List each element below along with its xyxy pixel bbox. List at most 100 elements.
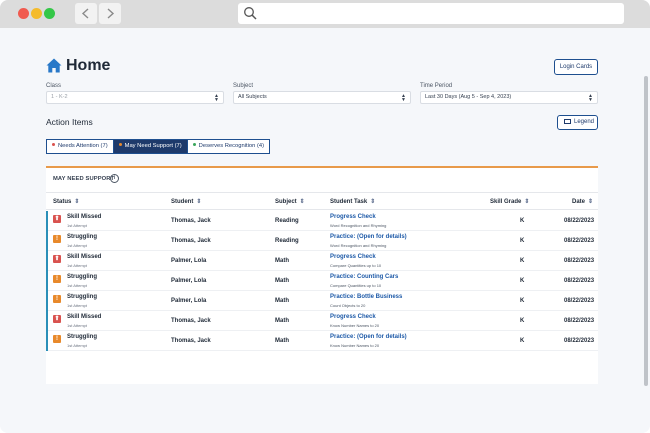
subject-filter-label: Subject <box>233 83 254 89</box>
table-row[interactable]: ⬆ Skill Missed 1st Attempt Thomas, Jack Math… <box>46 311 598 331</box>
subject-cell: Reading <box>275 218 299 224</box>
class-select[interactable]: 1 - K-2 ▲ ▼ <box>46 91 224 104</box>
skill-grade-cell: K <box>520 318 525 324</box>
status-dot <box>192 143 196 146</box>
task-skill: Compare Quantities up to 10 <box>330 263 382 268</box>
forward-button[interactable] <box>99 3 121 24</box>
tab-label: Needs Attention (7) <box>58 143 108 149</box>
subject-cell: Math <box>275 278 289 284</box>
tab-may-need-support[interactable]: May Need Support (7) <box>113 139 188 154</box>
row-accent-bar <box>46 311 48 331</box>
status-label: Struggling <box>67 334 97 340</box>
attempt-label: 1st Attempt <box>67 303 88 308</box>
date-cell: 08/22/2023 <box>564 238 595 244</box>
attempt-label: 1st Attempt <box>67 223 88 228</box>
student-name: Thomas, Jack <box>171 238 211 244</box>
legend-label: Legend <box>574 119 595 125</box>
student-name: Palmer, Lola <box>171 258 207 264</box>
legend-button[interactable]: Legend <box>557 115 598 130</box>
subject-cell: Math <box>275 318 289 324</box>
row-accent-bar <box>46 231 48 251</box>
date-cell: 08/22/2023 <box>564 218 595 224</box>
task-link[interactable]: Practice: (Open for details) <box>330 334 407 340</box>
column-subject[interactable]: Subject ⇕ <box>275 198 305 205</box>
table-row[interactable]: ! Struggling 1st Attempt Palmer, Lola Math Pr… <box>46 271 598 291</box>
attempt-label: 1st Attempt <box>67 263 88 268</box>
may-need-support-card: MAY NEED SUPPORT i Status ⇕ Student ⇕ Subj… <box>46 166 598 384</box>
info-icon[interactable]: i <box>110 174 119 183</box>
attempt-label: 1st Attempt <box>67 343 88 348</box>
struggling-icon: ! <box>53 335 61 343</box>
close-window-button[interactable] <box>18 8 29 19</box>
task-link[interactable]: Practice: Counting Cars <box>330 274 398 280</box>
date-cell: 08/22/2023 <box>564 278 595 284</box>
date-cell: 08/22/2023 <box>564 298 595 304</box>
row-accent-bar <box>46 331 48 351</box>
skill-missed-icon: ⬆ <box>53 215 61 223</box>
chevron-left-icon <box>81 8 89 19</box>
skill-missed-icon: ⬆ <box>53 315 61 323</box>
sort-icon: ⇕ <box>299 199 305 205</box>
subject-select-value: All Subjects <box>238 94 267 100</box>
column-date[interactable]: Date ⇕ <box>572 198 593 205</box>
period-select[interactable]: Last 30 Days (Aug 5 - Sep 4, 2023) ▲ ▼ <box>420 91 598 104</box>
chevron-right-icon <box>107 8 115 19</box>
legend-icon <box>564 119 571 124</box>
struggling-icon: ! <box>53 235 61 243</box>
class-select-value: 1 - K-2 <box>51 94 68 100</box>
column-student-task[interactable]: Student Task ⇕ <box>330 198 375 205</box>
column-student[interactable]: Student ⇕ <box>171 198 201 205</box>
column-label: Date <box>572 199 586 205</box>
table-row[interactable]: ! Struggling 1st Attempt Palmer, Lola Math Pr… <box>46 291 598 311</box>
login-cards-button[interactable]: Login Cards <box>554 59 598 75</box>
column-label: Skill Grade <box>490 199 522 205</box>
skill-missed-icon: ⬆ <box>53 255 61 263</box>
search-icon <box>244 7 257 20</box>
status-label: Skill Missed <box>67 214 102 220</box>
browser-toolbar <box>0 0 650 28</box>
table-row[interactable]: ! Struggling 1st Attempt Thomas, Jack Math Pr… <box>46 331 598 351</box>
sort-icon: ⇕ <box>524 199 530 205</box>
tab-deserves-recognition[interactable]: Deserves Recognition (4) <box>187 139 271 154</box>
status-label: Struggling <box>67 274 97 280</box>
task-link[interactable]: Practice: (Open for details) <box>330 234 407 240</box>
address-bar[interactable] <box>238 3 624 24</box>
column-label: Status <box>53 199 72 205</box>
column-skill-grade[interactable]: Skill Grade ⇕ <box>490 198 529 205</box>
section-title: MAY NEED SUPPORT <box>53 176 115 182</box>
task-link[interactable]: Progress Check <box>330 254 376 260</box>
task-skill: Word Recognition and Rhyming <box>330 223 387 228</box>
table-row[interactable]: ⬆ Skill Missed 1st Attempt Thomas, Jack Read… <box>46 211 598 231</box>
subject-cell: Math <box>275 258 289 264</box>
column-status[interactable]: Status ⇕ <box>53 198 79 205</box>
attempt-label: 1st Attempt <box>67 283 88 288</box>
task-link[interactable]: Progress Check <box>330 214 376 220</box>
table-header: Status ⇕ Student ⇕ Subject ⇕ Student Task ⇕ … <box>46 192 598 210</box>
table-row[interactable]: ⬆ Skill Missed 1st Attempt Palmer, Lola Math… <box>46 251 598 271</box>
back-button[interactable] <box>75 3 97 24</box>
skill-grade-cell: K <box>520 278 525 284</box>
minimize-window-button[interactable] <box>31 8 42 19</box>
task-link[interactable]: Progress Check <box>330 314 376 320</box>
select-arrows-icon: ▲ ▼ <box>401 93 406 103</box>
struggling-icon: ! <box>53 295 61 303</box>
maximize-window-button[interactable] <box>44 8 55 19</box>
page-title: Home <box>66 57 111 74</box>
column-label: Subject <box>275 199 297 205</box>
struggling-icon: ! <box>53 275 61 283</box>
action-items-tabs: Needs Attention (7) May Need Support (7)… <box>46 139 271 154</box>
task-link[interactable]: Practice: Bottle Business <box>330 294 402 300</box>
subject-cell: Math <box>275 338 289 344</box>
row-accent-bar <box>46 271 48 291</box>
page-scrollbar[interactable] <box>644 76 648 386</box>
tab-needs-attention[interactable]: Needs Attention (7) <box>46 139 114 154</box>
student-name: Thomas, Jack <box>171 318 211 324</box>
skill-grade-cell: K <box>520 298 525 304</box>
column-label: Student <box>171 199 194 205</box>
student-name: Palmer, Lola <box>171 278 207 284</box>
action-items-title: Action Items <box>46 117 93 127</box>
task-skill: Know Number Names to 20 <box>330 343 380 348</box>
table-row[interactable]: ! Struggling 1st Attempt Thomas, Jack Readin… <box>46 231 598 251</box>
subject-select[interactable]: All Subjects ▲ ▼ <box>233 91 411 104</box>
date-cell: 08/22/2023 <box>564 318 595 324</box>
